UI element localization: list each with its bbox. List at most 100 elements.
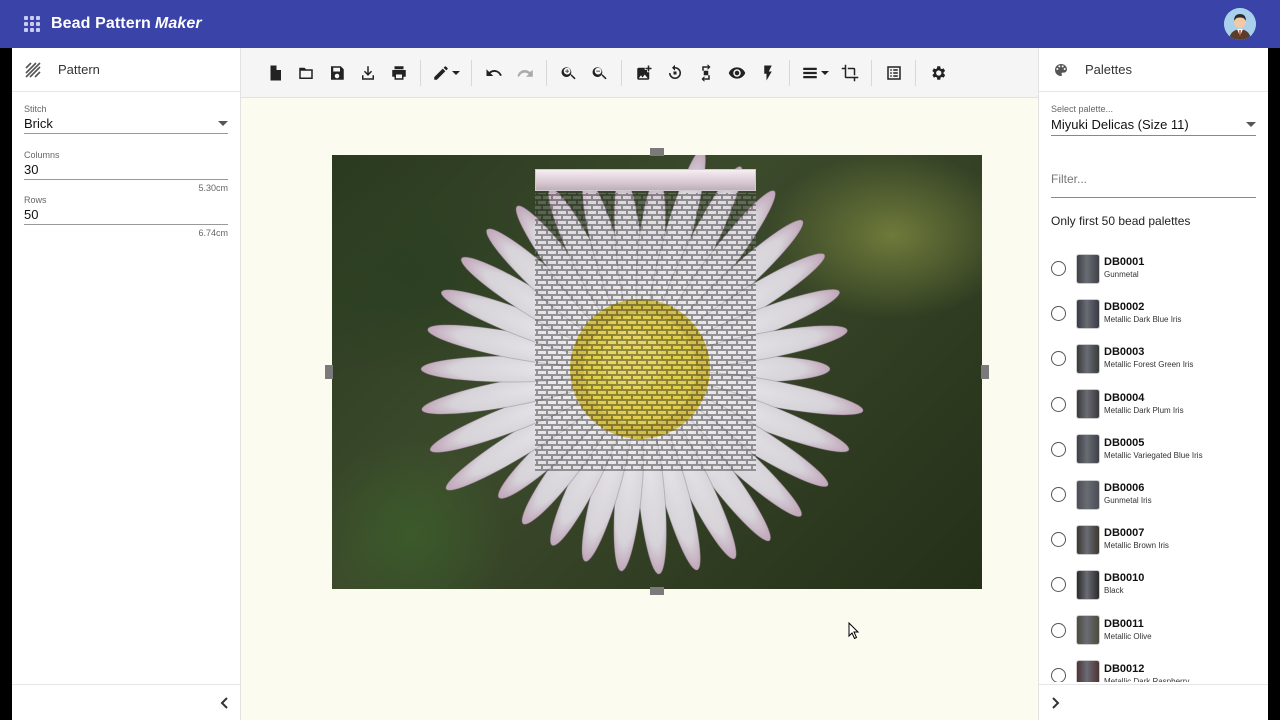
bead-name: Metallic Forest Green Iris xyxy=(1104,360,1194,370)
bead-radio[interactable] xyxy=(1051,532,1066,548)
palette-select-value-row[interactable]: Miyuki Delicas (Size 11) xyxy=(1051,114,1256,136)
palette-filter-placeholder: Filter... xyxy=(1051,172,1088,186)
settings-button[interactable] xyxy=(922,57,953,89)
rows-menu-caret-icon xyxy=(821,70,829,75)
zoom-in-button[interactable] xyxy=(553,57,584,89)
print-button[interactable] xyxy=(383,57,414,89)
toolbar-separator xyxy=(546,59,547,86)
save-button[interactable] xyxy=(321,57,352,89)
bead-radio[interactable] xyxy=(1051,396,1066,412)
palette-select[interactable]: Select palette... Miyuki Delicas (Size 1… xyxy=(1039,104,1268,136)
user-avatar[interactable] xyxy=(1224,8,1256,40)
bead-text: DB0004 Metallic Dark Plum Iris xyxy=(1104,392,1184,417)
bead-radio[interactable] xyxy=(1051,261,1066,277)
rows-input[interactable]: 50 xyxy=(24,205,228,225)
apps-grid-icon[interactable] xyxy=(24,16,40,32)
zoom-out-icon xyxy=(592,66,607,79)
pattern-panel-header: Pattern xyxy=(12,48,240,92)
resize-handle-left[interactable] xyxy=(325,365,333,379)
bead-radio[interactable] xyxy=(1051,351,1066,367)
chevron-down-icon xyxy=(218,121,228,126)
bead-radio[interactable] xyxy=(1051,667,1066,682)
draw-tool-button[interactable] xyxy=(427,57,465,89)
columns-field[interactable]: Columns 30 5.30cm xyxy=(12,150,240,193)
columns-label: Columns xyxy=(24,150,60,160)
app-title: Bead Pattern Maker xyxy=(51,15,202,33)
bead-item[interactable]: DB0003 Metallic Forest Green Iris xyxy=(1039,336,1268,381)
bead-radio[interactable] xyxy=(1051,487,1066,503)
bead-item[interactable]: DB0012 Metallic Dark Raspberry xyxy=(1039,653,1268,682)
bead-item[interactable]: DB0006 Gunmetal Iris xyxy=(1039,472,1268,517)
stitch-value-row[interactable]: Brick xyxy=(24,114,228,134)
print-icon xyxy=(391,65,406,80)
pattern-strip-header xyxy=(535,169,756,191)
stitch-select[interactable]: Stitch Brick xyxy=(12,104,240,134)
app-title-emphasis: Maker xyxy=(154,15,202,32)
list-button[interactable] xyxy=(878,57,909,89)
palettes-panel-footer xyxy=(1039,684,1268,720)
crop-button[interactable] xyxy=(834,57,865,89)
toolbar-separator xyxy=(621,59,622,86)
palette-limit-note: Only first 50 bead palettes xyxy=(1051,214,1191,228)
bead-text: DB0002 Metallic Dark Blue Iris xyxy=(1104,301,1181,326)
source-photo[interactable] xyxy=(332,155,982,589)
chevron-down-icon xyxy=(1246,122,1256,127)
toolbar-separator xyxy=(471,59,472,86)
zoom-in-icon xyxy=(561,66,576,79)
bead-code: DB0001 xyxy=(1104,256,1145,269)
bead-code: DB0011 xyxy=(1104,617,1144,630)
columns-input[interactable]: 30 xyxy=(24,160,228,180)
rotate-button[interactable] xyxy=(659,57,690,89)
screen-edge-right xyxy=(1268,48,1280,720)
bead-radio[interactable] xyxy=(1051,306,1066,322)
bead-item[interactable]: DB0007 Metallic Brown Iris xyxy=(1039,517,1268,562)
toolbar-separator xyxy=(420,59,421,86)
palette-filter-input[interactable]: Filter... xyxy=(1051,168,1256,198)
chevron-right-icon[interactable] xyxy=(1050,697,1060,709)
chevron-left-icon[interactable] xyxy=(220,697,230,709)
resize-handle-top[interactable] xyxy=(650,148,664,156)
crop-icon xyxy=(841,64,858,81)
flash-icon xyxy=(763,65,772,80)
rows-menu-button[interactable] xyxy=(796,57,834,89)
bead-item[interactable]: DB0010 Black xyxy=(1039,562,1268,607)
bead-grid-overlay[interactable] xyxy=(535,193,756,471)
palettes-panel-title: Palettes xyxy=(1085,62,1132,77)
bead-swatch xyxy=(1076,660,1100,682)
add-image-button[interactable] xyxy=(628,57,659,89)
bead-swatch xyxy=(1076,434,1100,465)
bead-item[interactable]: DB0001 Gunmetal xyxy=(1039,246,1268,291)
bead-item[interactable]: DB0002 Metallic Dark Blue Iris xyxy=(1039,291,1268,336)
rows-field[interactable]: Rows 50 6.74cm xyxy=(12,195,240,238)
main-toolbar xyxy=(241,48,1038,98)
new-file-button[interactable] xyxy=(259,57,290,89)
bead-text: DB0003 Metallic Forest Green Iris xyxy=(1104,346,1193,371)
bead-item[interactable]: DB0011 Metallic Olive xyxy=(1039,608,1268,653)
download-button[interactable] xyxy=(352,57,383,89)
bead-name: Metallic Olive xyxy=(1104,631,1152,641)
bead-code: DB0002 xyxy=(1104,301,1145,314)
bead-radio[interactable] xyxy=(1051,622,1066,638)
preview-button[interactable] xyxy=(721,57,752,89)
bead-swatch xyxy=(1076,343,1100,374)
resize-handle-bottom[interactable] xyxy=(650,587,664,595)
bead-name: Black xyxy=(1104,586,1124,596)
undo-button[interactable] xyxy=(478,57,509,89)
redo-button[interactable] xyxy=(509,57,540,89)
zoom-out-button[interactable] xyxy=(584,57,615,89)
app-title-main: Bead Pattern xyxy=(51,15,151,32)
bead-radio[interactable] xyxy=(1051,441,1066,457)
screen-edge-left xyxy=(0,48,12,720)
bead-item[interactable]: DB0005 Metallic Variegated Blue Iris xyxy=(1039,427,1268,472)
bead-item[interactable]: DB0004 Metallic Dark Plum Iris xyxy=(1039,382,1268,427)
pattern-canvas[interactable] xyxy=(241,98,1038,720)
resize-handle-right[interactable] xyxy=(981,365,989,379)
flip-button[interactable] xyxy=(690,57,721,89)
bead-code: DB0010 xyxy=(1104,572,1145,585)
avatar-icon xyxy=(1224,8,1256,40)
flash-button[interactable] xyxy=(752,57,783,89)
open-button[interactable] xyxy=(290,57,321,89)
rows-label: Rows xyxy=(24,195,47,205)
bead-radio[interactable] xyxy=(1051,577,1066,593)
palette-icon xyxy=(1055,63,1067,76)
